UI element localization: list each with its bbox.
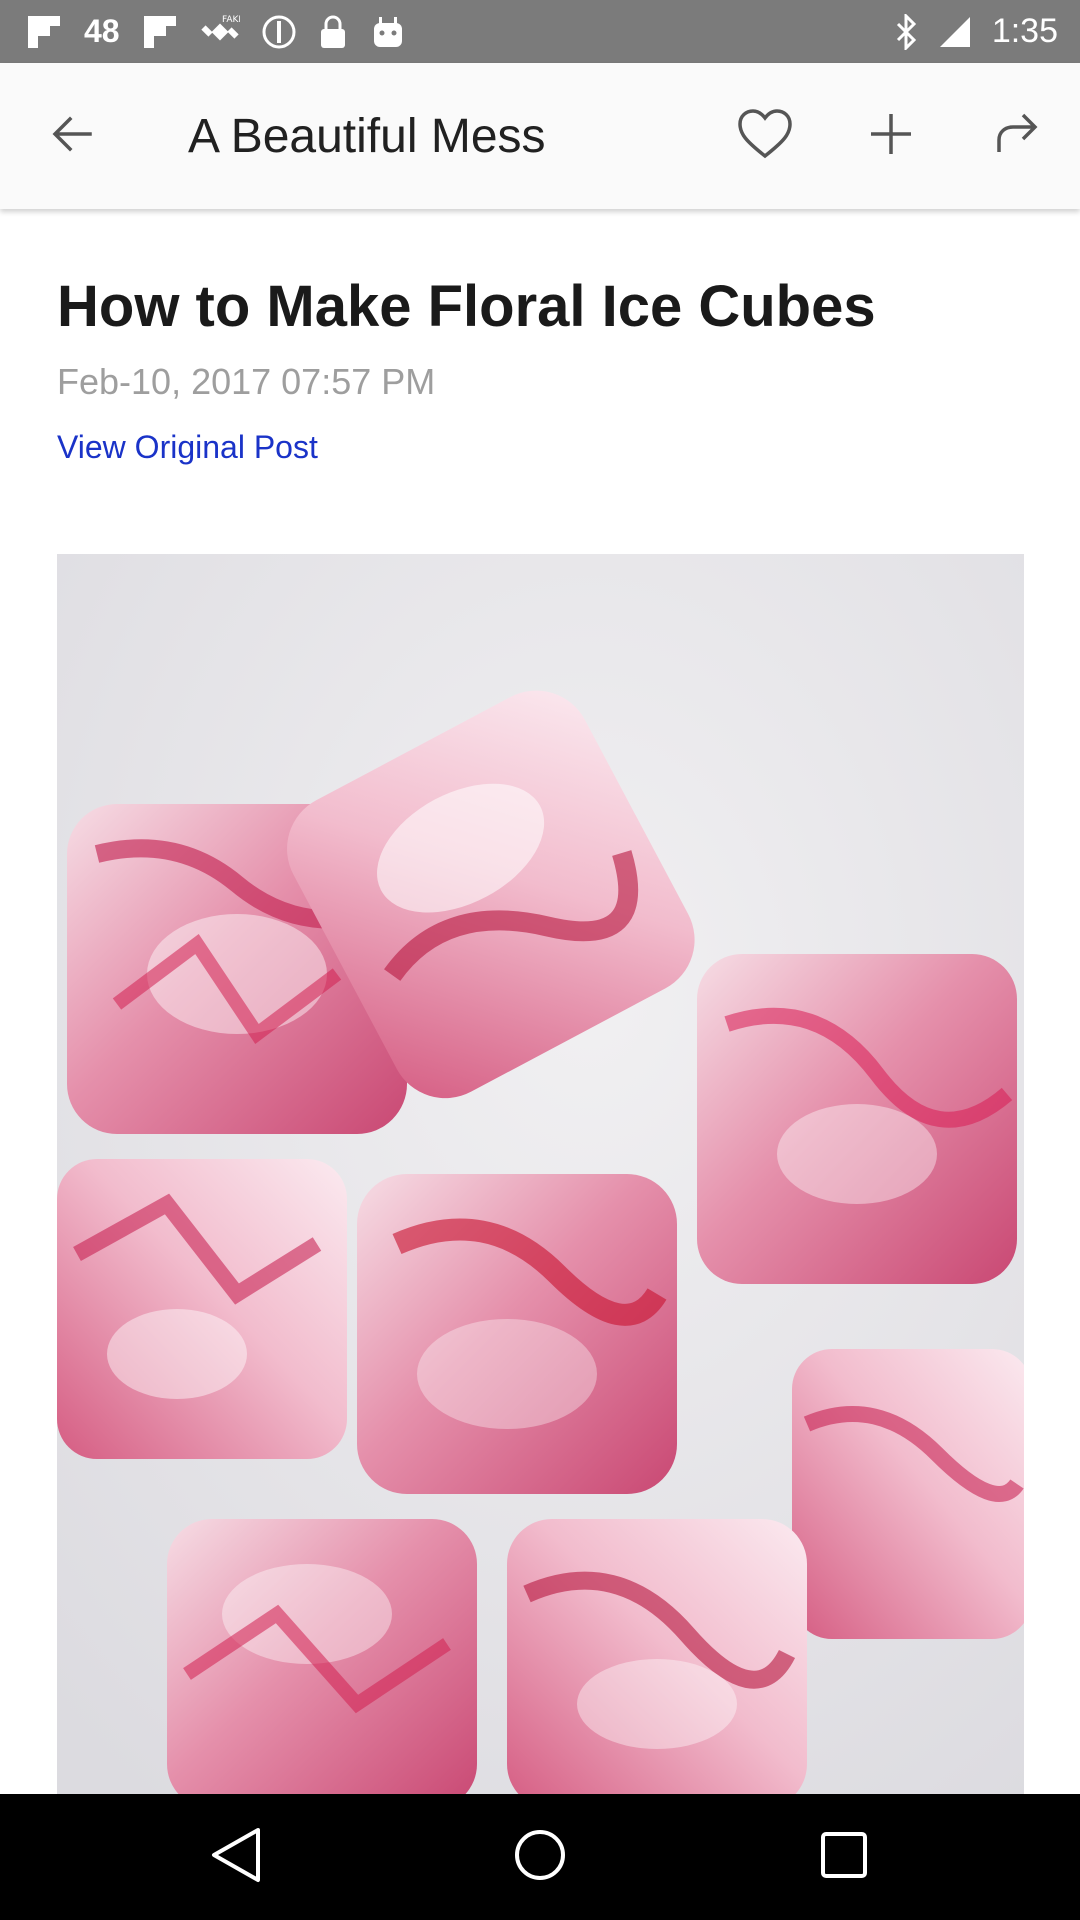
floral-ice-cubes-image: [57, 554, 1024, 1794]
recents-square-icon: [819, 1830, 869, 1885]
signal-icon: [938, 15, 972, 49]
nav-back-button[interactable]: [203, 1824, 269, 1890]
favorite-button[interactable]: [733, 104, 797, 168]
app-bar: A Beautiful Mess: [0, 63, 1080, 209]
app-bar-title: A Beautiful Mess: [188, 110, 546, 163]
add-button[interactable]: [859, 104, 923, 168]
share-icon: [993, 112, 1041, 161]
status-bar: 48 FAKE 1:35: [0, 0, 1080, 63]
article-title: How to Make Floral Ice Cubes: [57, 274, 876, 339]
flipboard-icon: [142, 14, 178, 50]
back-button[interactable]: [40, 104, 104, 168]
heart-icon: [736, 108, 794, 165]
nav-recents-button[interactable]: [811, 1824, 877, 1890]
notification-count: 48: [84, 13, 120, 49]
view-original-post-link[interactable]: View Original Post: [57, 423, 318, 471]
post-image[interactable]: [57, 554, 1024, 1794]
plus-icon: [867, 110, 915, 163]
android-icon: [370, 15, 406, 49]
arrow-back-icon: [50, 112, 94, 161]
back-triangle-icon: [208, 1826, 264, 1889]
article-date: Feb-10, 2017 07:57 PM: [57, 361, 436, 402]
clock: 1:35: [991, 12, 1058, 50]
nav-home-button[interactable]: [507, 1824, 573, 1890]
bluetooth-icon: [894, 13, 918, 50]
home-circle-icon: [513, 1828, 567, 1887]
share-button[interactable]: [985, 104, 1049, 168]
svg-text:FAKE: FAKE: [222, 15, 240, 25]
do-not-disturb-icon: [262, 15, 296, 49]
navigation-bar: [0, 1794, 1080, 1920]
lock-icon: [318, 14, 348, 50]
fake-gps-icon: FAKE: [200, 12, 240, 52]
flipboard-icon: [26, 14, 62, 50]
